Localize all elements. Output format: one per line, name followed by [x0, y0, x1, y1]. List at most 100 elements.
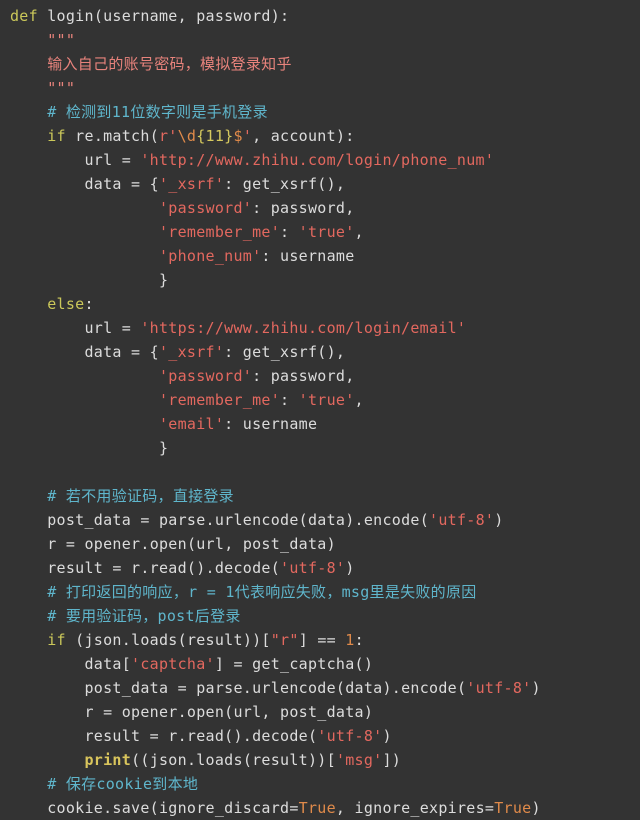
code-token-plain: url: [10, 151, 122, 169]
code-line: 'remember_me': 'true',: [0, 388, 640, 412]
code-token-plain: encode: [401, 679, 457, 697]
code-token-doc: """: [10, 31, 76, 49]
code-token-plain: r: [158, 727, 178, 745]
code-token-str: 'true': [298, 223, 355, 241]
code-line: # 检测到11位数字则是手机登录: [0, 100, 640, 124]
code-line: 'phone_num': username: [0, 244, 640, 268]
code-token-str: 'true': [298, 391, 355, 409]
code-token-punct: ): [345, 559, 355, 577]
code-line: data = {'_xsrf': get_xsrf(),: [0, 172, 640, 196]
code-line: cookie.save(ignore_discard=True, ignore_…: [0, 796, 640, 820]
code-token-plain: post_data: [10, 511, 141, 529]
code-token-plain: r: [10, 535, 66, 553]
code-token-punct: .: [186, 751, 197, 769]
code-token-plain: decode: [214, 559, 271, 577]
code-token-punct: :: [84, 295, 94, 313]
code-token-punct: ):: [270, 7, 290, 25]
code-token-punct: (),: [317, 343, 346, 361]
code-editor[interactable]: def login(username, password): """ 输入自己的…: [0, 0, 640, 817]
code-line: data['captcha'] = get_captcha(): [0, 652, 640, 676]
code-token-plain: encode: [363, 511, 420, 529]
code-line: # 保存cookie到本地: [0, 772, 640, 796]
code-token-doc: 输入自己的账号密码，模拟登录知乎: [10, 55, 292, 73]
code-token-punct: .: [242, 679, 253, 697]
code-token-punct: ,: [261, 703, 281, 721]
code-token-plain: username: [280, 247, 355, 265]
code-line: }: [0, 436, 640, 460]
code-token-str: 'http://www.zhihu.com/login/phone_num': [140, 151, 495, 169]
code-token-op: =: [112, 559, 122, 577]
code-token-punct: (: [65, 631, 85, 649]
code-token-plain: decode: [252, 727, 308, 745]
code-token-comment: # 保存cookie到本地: [10, 775, 199, 793]
code-token-comment: # 要用验证码，post后登录: [10, 607, 241, 625]
code-line: 'password': password,: [0, 364, 640, 388]
code-token-str: '_xsrf': [158, 343, 225, 361]
code-token-plain: r: [10, 703, 104, 721]
code-token-punct: ((: [131, 751, 150, 769]
code-token-punct: :: [252, 199, 271, 217]
code-token-punct: .: [205, 511, 215, 529]
code-token-plain: opener: [75, 535, 141, 553]
code-token-punct: (: [224, 703, 234, 721]
code-token-plain: url: [233, 703, 262, 721]
code-token-plain: result: [252, 751, 308, 769]
code-token-plain: json: [84, 631, 122, 649]
code-line: data = {'_xsrf': get_xsrf(),: [0, 340, 640, 364]
code-token-punct: (),: [317, 175, 346, 193]
code-token-punct: (: [419, 511, 430, 529]
code-token-plain: loads: [131, 631, 178, 649]
code-token-punct: (: [298, 511, 308, 529]
code-token-punct: ]: [214, 655, 234, 673]
code-token-plain: parse: [149, 511, 206, 529]
code-line: # 打印返回的响应，r = 1代表响应失败，msg里是失败的原因: [0, 580, 640, 604]
code-token-punct: (: [93, 7, 104, 25]
code-token-plain: password: [270, 367, 346, 385]
code-token-punct: :: [280, 391, 299, 409]
code-token-punct: :: [261, 247, 281, 265]
code-token-punct: ): [326, 535, 336, 553]
code-token-punct: .: [177, 727, 187, 745]
code-token-punct: ,: [354, 223, 364, 241]
code-token-op: =: [233, 655, 243, 673]
code-line: def login(username, password):: [0, 4, 640, 28]
code-token-str: '_xsrf': [158, 175, 225, 193]
code-token-str: 'captcha': [131, 655, 215, 673]
code-token-punct: ).: [345, 511, 364, 529]
code-token-esc: \d: [177, 127, 197, 145]
code-line: if re.match(r'\d{11}$', account):: [0, 124, 640, 148]
code-token-punct: ]): [382, 751, 402, 769]
code-token-punct: (: [456, 679, 467, 697]
code-token-esc: $: [233, 127, 243, 145]
code-token-kw: if: [47, 127, 66, 145]
code-token-op: =: [484, 799, 495, 817]
code-token-plain: login: [37, 7, 94, 25]
code-token-punct: ,: [252, 127, 271, 145]
code-token-punct: ).: [382, 679, 402, 697]
code-token-punct: [: [121, 655, 132, 673]
code-token-plain: ignore_discard: [158, 799, 290, 817]
code-token-str: 'utf-8': [466, 679, 532, 697]
code-token-plain: post_data: [242, 535, 327, 553]
code-line: 输入自己的账号密码，模拟登录知乎: [0, 52, 640, 76]
code-token-plain: result: [10, 559, 113, 577]
code-line: r = opener.open(url, post_data): [0, 532, 640, 556]
code-token-str: 'email': [158, 415, 225, 433]
code-token-punct: ().: [224, 727, 253, 745]
code-token-str: 'https://www.zhihu.com/login/email': [140, 319, 467, 337]
code-token-punct: ,: [177, 7, 197, 25]
code-token-str: 'phone_num': [158, 247, 262, 265]
code-token-plain: cookie: [10, 799, 104, 817]
code-token-builtin: print: [84, 751, 132, 769]
code-token-kw: else: [47, 295, 85, 313]
code-token-punct: ,: [354, 391, 364, 409]
